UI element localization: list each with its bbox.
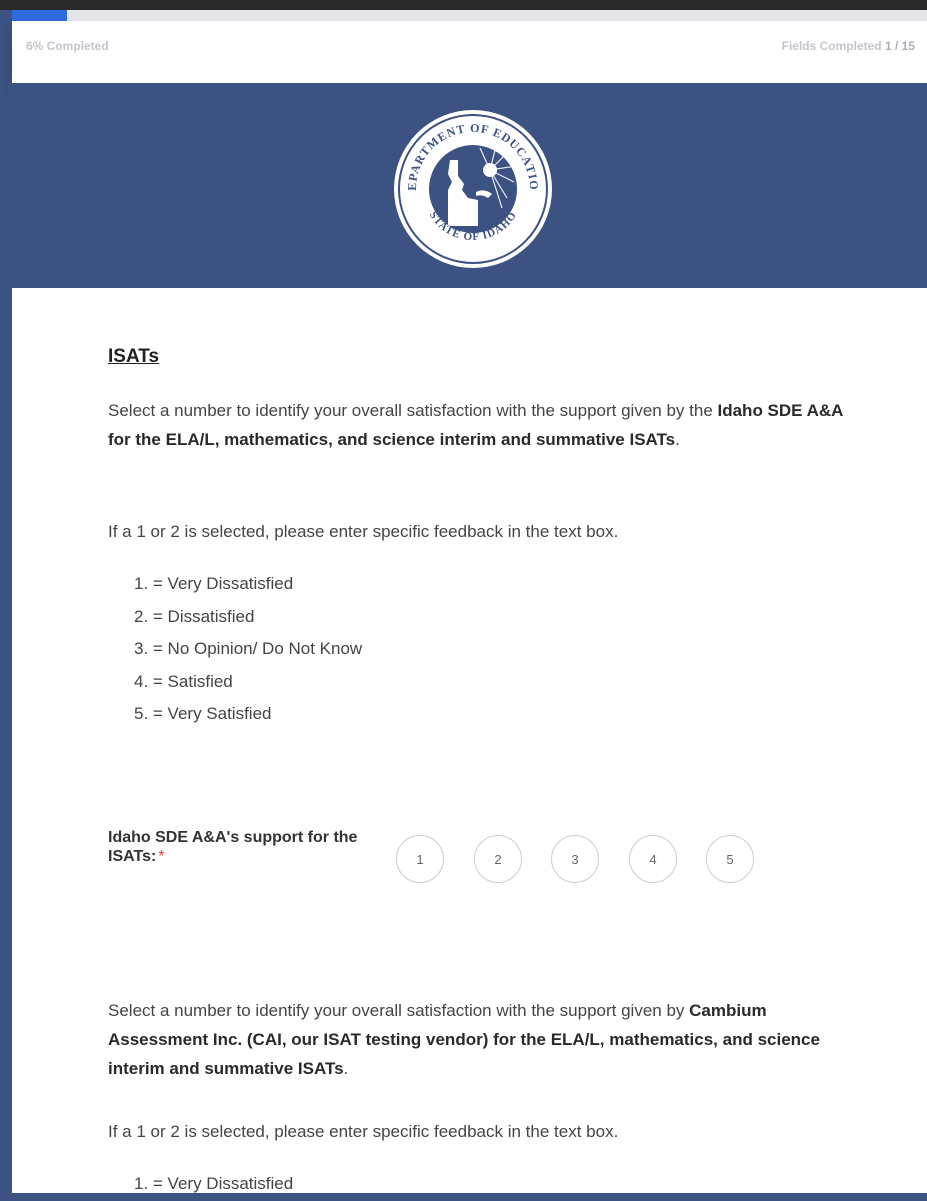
fields-completed-count: 1 / 15 [884,39,915,53]
scale-item: 1. = Very Dissatisfied [134,1174,294,1193]
question-2-instruction: If a 1 or 2 is selected, please enter sp… [108,1122,619,1141]
progress-bar [12,10,927,21]
question-1-label-text: Idaho SDE A&A's support for the ISATs: [108,829,358,865]
scale-item: 2. = Dissatisfied [134,606,255,626]
rating-option-4[interactable]: 4 [629,835,677,883]
top-edge [0,0,927,10]
question-1-field-label: Idaho SDE A&A's support for the ISATs: * [108,828,398,866]
question-1-instruction: If a 1 or 2 is selected, please enter sp… [108,522,619,541]
fields-completed: Fields Completed 1 / 15 [782,39,915,53]
scale-item: 1. = Very Dissatisfied [134,574,294,593]
scale-item: 5. = Very Satisfied [134,704,272,723]
progress-bar-fill [12,10,67,21]
question-2-intro-end: . [343,1059,349,1078]
rating-option-5[interactable]: 5 [706,835,754,883]
percent-completed-label: 6% Completed [26,39,109,53]
survey-form: ISATs Select a number to identify your o… [12,288,927,1193]
idaho-department-of-education-seal-logo: DEPARTMENT OF EDUCATION STATE OF IDAHO [392,108,552,268]
rating-option-3[interactable]: 3 [551,835,599,883]
question-1-scale-list: 1. = Very Dissatisfied 2. = Dissatisfied… [134,568,362,731]
progress-status: 6% Completed Fields Completed 1 / 15 [12,21,927,83]
section-title: ISATs [108,346,160,367]
rating-option-2[interactable]: 2 [474,835,522,883]
rating-option-1[interactable]: 1 [396,835,444,883]
question-1-intro-text: Select a number to identify your overall… [108,401,718,420]
question-1-intro-end: . [675,430,680,449]
question-2-scale-list: 1. = Very Dissatisfied [134,1168,293,1201]
fields-completed-label: Fields Completed [781,39,882,53]
header-banner: DEPARTMENT OF EDUCATION STATE OF IDAHO [8,83,927,288]
question-2-intro-text: Select a number to identify your overall… [108,1001,690,1020]
question-2-intro: Select a number to identify your overall… [108,996,848,1083]
question-1-intro: Select a number to identify your overall… [108,396,848,454]
scale-item: 4. = Satisfied [134,671,233,691]
required-asterisk: * [158,848,165,865]
scale-item: 3. = No Opinion/ Do Not Know [134,639,363,658]
